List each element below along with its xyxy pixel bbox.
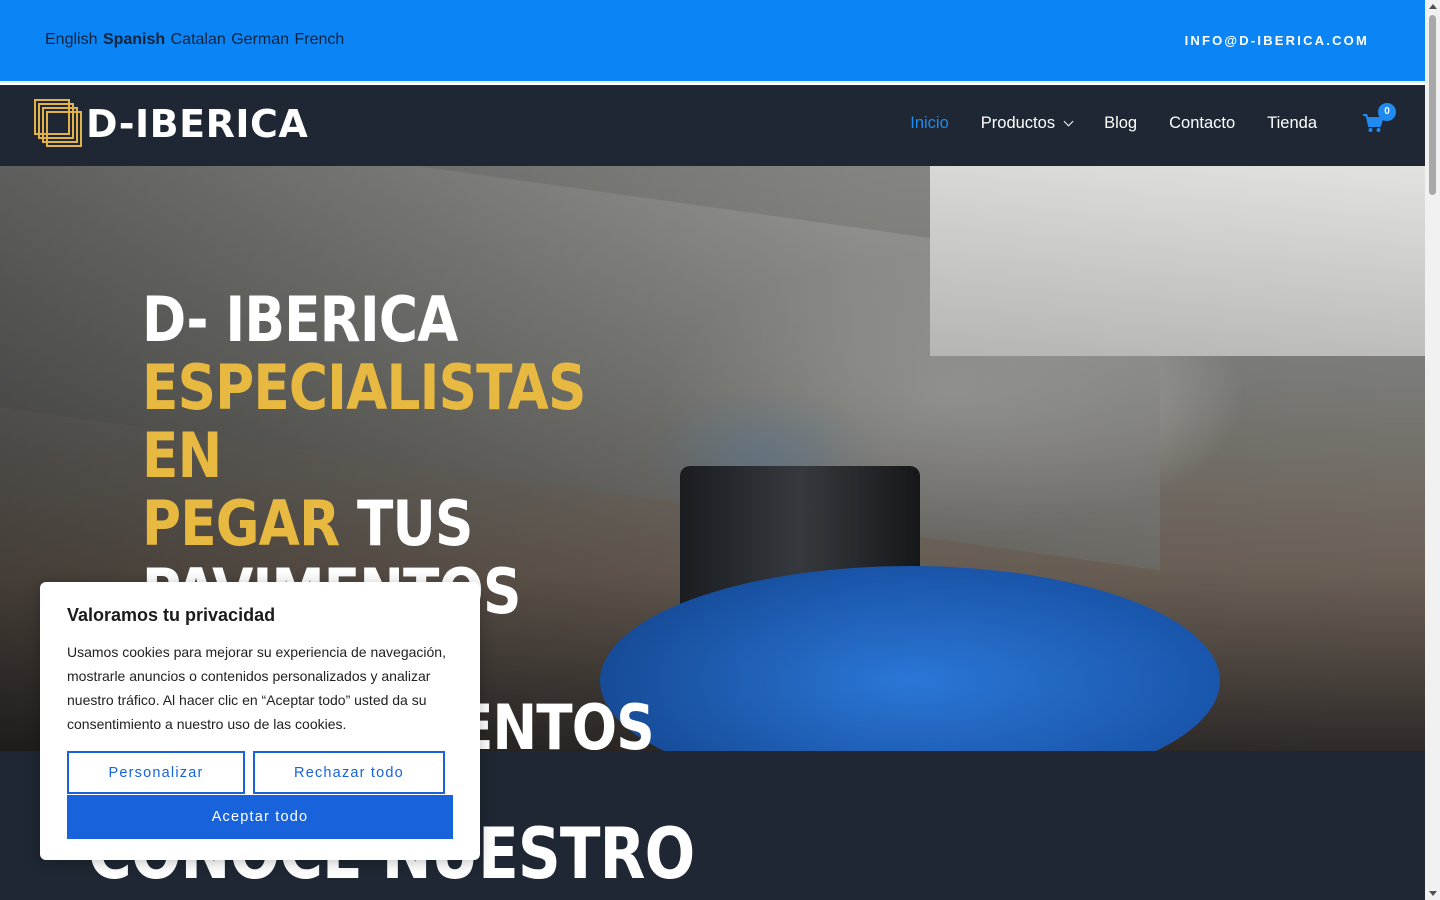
nav-contacto[interactable]: Contacto bbox=[1169, 114, 1235, 133]
nav-productos-label: Productos bbox=[980, 114, 1056, 132]
accept-all-button[interactable]: Aceptar todo bbox=[67, 795, 453, 839]
top-bar: English Spanish Catalan German French IN… bbox=[0, 0, 1425, 83]
main-nav: Inicio Productos Blog Contacto Tienda bbox=[910, 114, 1317, 133]
cookie-title: Valoramos tu privacidad bbox=[67, 605, 276, 625]
reject-all-button[interactable]: Rechazar todo bbox=[253, 751, 445, 794]
scrollbar-thumb[interactable] bbox=[1429, 15, 1436, 195]
email-link[interactable]: INFO@D-IBERICA.COM bbox=[1185, 33, 1369, 48]
lang-german[interactable]: German bbox=[231, 31, 289, 48]
site-header: D-IBERICA Inicio Productos Blog Contacto… bbox=[0, 85, 1425, 166]
cookie-text: Usamos cookies para mejorar su experienc… bbox=[67, 644, 446, 732]
hero-gold-1: ESPECIALISTAS EN bbox=[142, 351, 586, 492]
logo[interactable]: D-IBERICA bbox=[34, 99, 308, 149]
hero-line-1: D- IBERICA bbox=[142, 283, 458, 356]
lang-english[interactable]: English bbox=[45, 31, 97, 48]
scroll-down-arrow-icon[interactable] bbox=[1429, 891, 1437, 896]
hero-white-2: TUS bbox=[339, 487, 473, 560]
lang-french[interactable]: French bbox=[294, 31, 344, 48]
nav-inicio[interactable]: Inicio bbox=[910, 114, 949, 133]
logo-squares-icon bbox=[34, 99, 82, 149]
hero-gold-2: PEGAR bbox=[142, 487, 340, 560]
language-switcher: English Spanish Catalan German French bbox=[45, 31, 345, 49]
cookie-consent-dialog: Valoramos tu privacidad Usamos cookies p… bbox=[40, 582, 480, 860]
nav-tienda[interactable]: Tienda bbox=[1267, 114, 1317, 133]
chevron-down-icon bbox=[1063, 116, 1074, 127]
nav-productos[interactable]: Productos bbox=[980, 114, 1074, 133]
page-scrollbar[interactable] bbox=[1425, 0, 1440, 900]
customize-button[interactable]: Personalizar bbox=[67, 751, 245, 794]
logo-text: D-IBERICA bbox=[86, 102, 309, 146]
lang-catalan[interactable]: Catalan bbox=[171, 31, 226, 48]
cart-count-badge: 0 bbox=[1378, 103, 1396, 121]
nav-blog[interactable]: Blog bbox=[1104, 114, 1137, 133]
cart-button[interactable]: 0 bbox=[1362, 103, 1396, 138]
scroll-up-arrow-icon[interactable] bbox=[1429, 4, 1437, 9]
lang-spanish[interactable]: Spanish bbox=[103, 31, 165, 48]
